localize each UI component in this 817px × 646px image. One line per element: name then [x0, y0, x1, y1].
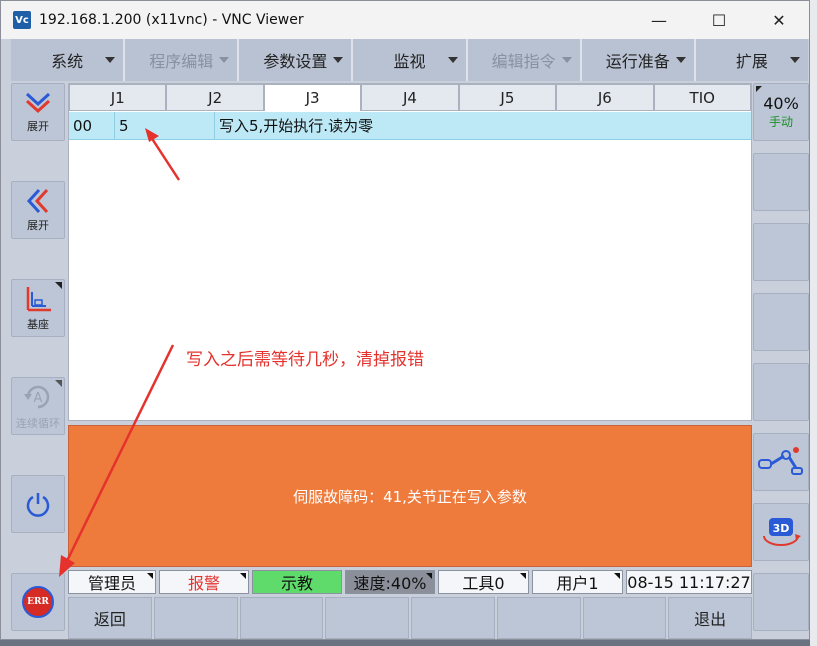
- status-user-text: 用户1: [556, 574, 599, 593]
- menu-extend[interactable]: 扩展: [696, 39, 808, 81]
- corner-indicator-icon: [426, 573, 432, 579]
- exit-button[interactable]: 退出: [668, 597, 752, 639]
- menu-system[interactable]: 系统: [11, 39, 126, 81]
- menu-caret-icon: [447, 57, 458, 63]
- right-soft-key-1[interactable]: [753, 153, 809, 211]
- status-mode-text: 示教: [280, 574, 313, 593]
- menu-caret-icon: [789, 57, 800, 63]
- desktop-background: [810, 0, 817, 646]
- status-tool[interactable]: 工具0: [438, 570, 529, 594]
- menu-edit-instruction-label: 编辑指令: [491, 52, 556, 71]
- error-reset-button[interactable]: ERR: [11, 573, 65, 631]
- corner-indicator-icon: [520, 573, 526, 579]
- right-soft-key-5[interactable]: [753, 573, 809, 631]
- tab-j2[interactable]: J2: [166, 84, 264, 111]
- soft-key-2[interactable]: [153, 597, 238, 639]
- servo-fault-text: 伺服故障码：41,关节正在写入参数: [293, 487, 527, 506]
- tab-j4[interactable]: J4: [361, 84, 459, 111]
- minimize-button[interactable]: —: [629, 1, 689, 39]
- annotation-arrow-up: [145, 128, 181, 181]
- 3d-view-button[interactable]: 3D: [753, 503, 809, 561]
- status-speed-text: 速度:40%: [353, 574, 427, 593]
- tab-tio[interactable]: TIO: [653, 84, 751, 111]
- menu-caret-icon: [561, 57, 572, 63]
- power-icon: [26, 493, 50, 517]
- tab-j5[interactable]: J5: [458, 84, 557, 111]
- tab-j3[interactable]: J3: [263, 84, 362, 111]
- menu-program-edit-label: 程序编辑: [149, 52, 214, 71]
- window-title: 192.168.1.200 (x11vnc) - VNC Viewer: [39, 12, 304, 28]
- chevron-down-icon: [25, 92, 51, 114]
- corner-indicator-icon: [240, 573, 246, 579]
- soft-key-3[interactable]: [239, 597, 324, 639]
- speed-mode-button[interactable]: 40% 手动: [753, 83, 809, 141]
- speed-percent: 40%: [763, 94, 799, 113]
- expand-left-label: 展开: [27, 219, 49, 232]
- status-speed[interactable]: 速度:40%: [345, 570, 435, 594]
- svg-text:3D: 3D: [773, 522, 790, 535]
- menu-extend-label: 扩展: [735, 52, 768, 71]
- row-code-cell: 00: [69, 112, 115, 139]
- menu-program-edit[interactable]: 程序编辑: [125, 39, 240, 81]
- corner-indicator-icon: [756, 86, 762, 92]
- tab-j6[interactable]: J6: [556, 84, 654, 111]
- menu-parameter-settings-label: 参数设置: [263, 52, 328, 71]
- annotation-arrow-down: [59, 344, 175, 577]
- vnc-app-icon: Vc: [13, 11, 31, 29]
- menu-caret-icon: [333, 57, 344, 63]
- cycle-a-icon: A: [24, 385, 50, 409]
- menu-run-prepare-label: 运行准备: [605, 52, 670, 71]
- expand-down-button[interactable]: 展开: [11, 83, 65, 141]
- annotation-text: 写入之后需等待几秒，清掉报错: [186, 350, 424, 370]
- menu-parameter-settings[interactable]: 参数设置: [239, 39, 354, 81]
- right-soft-key-2[interactable]: [753, 223, 809, 281]
- menu-edit-instruction[interactable]: 编辑指令: [468, 39, 582, 81]
- manual-mode-label: 手动: [768, 115, 793, 129]
- status-datetime: 08-15 11:17:27: [626, 570, 752, 594]
- close-button[interactable]: ✕: [749, 1, 809, 39]
- status-tool-text: 工具0: [462, 574, 505, 593]
- tab-j1[interactable]: J1: [69, 84, 167, 111]
- menu-caret-icon: [219, 57, 230, 63]
- right-soft-key-4[interactable]: [753, 363, 809, 421]
- menu-monitor-label: 监视: [393, 52, 426, 71]
- back-button[interactable]: 返回: [68, 597, 152, 639]
- status-user[interactable]: 用户1: [532, 570, 623, 594]
- expand-down-label: 展开: [27, 120, 49, 133]
- menu-run-prepare[interactable]: 运行准备: [582, 39, 696, 81]
- err-icon: ERR: [22, 586, 54, 618]
- menu-bar: 系统 程序编辑 参数设置 监视 编辑指令 运行准备 扩展: [11, 39, 808, 81]
- vnc-window: Vc 192.168.1.200 (x11vnc) - VNC Viewer —…: [0, 0, 810, 640]
- title-bar: Vc 192.168.1.200 (x11vnc) - VNC Viewer —…: [1, 1, 809, 39]
- chevron-left-icon: [26, 188, 49, 214]
- menu-system-label: 系统: [51, 52, 84, 71]
- soft-key-7[interactable]: [582, 597, 667, 639]
- soft-key-5[interactable]: [411, 597, 495, 639]
- expand-left-button[interactable]: 展开: [11, 181, 65, 239]
- right-soft-key-3[interactable]: [753, 293, 809, 351]
- status-datetime-text: 08-15 11:17:27: [627, 572, 751, 592]
- status-mode[interactable]: 示教: [252, 570, 342, 594]
- menu-caret-icon: [675, 57, 686, 63]
- maximize-button[interactable]: ☐: [689, 1, 749, 39]
- 3d-view-icon: 3D: [763, 518, 801, 546]
- joint-tabs: J1 J2 J3 J4 J5 J6 TIO: [69, 84, 751, 111]
- base-frame-button[interactable]: 基座: [11, 279, 65, 337]
- status-alarm-text: 报警: [187, 574, 220, 593]
- coordinate-axes-icon: [26, 287, 51, 312]
- bottom-bar: 返回 退出: [68, 597, 752, 639]
- soft-key-6[interactable]: [496, 597, 581, 639]
- menu-caret-icon: [105, 57, 116, 63]
- robot-arm-icon: [758, 447, 803, 475]
- corner-indicator-icon: [614, 573, 620, 579]
- robot-arm-button[interactable]: [753, 433, 809, 491]
- corner-indicator-icon: [55, 282, 62, 289]
- svg-text:A: A: [34, 391, 43, 406]
- row-message-cell: 写入5,开始执行.读为零: [219, 117, 374, 135]
- base-frame-label: 基座: [27, 318, 49, 331]
- soft-key-4[interactable]: [325, 597, 409, 639]
- menu-monitor[interactable]: 监视: [353, 39, 468, 81]
